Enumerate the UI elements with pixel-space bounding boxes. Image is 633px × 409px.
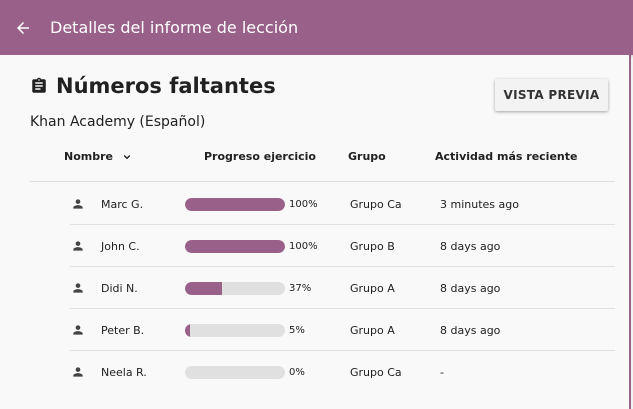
progress-bar	[185, 240, 285, 253]
learner-group: Grupo B	[350, 240, 395, 253]
lesson-title: Números faltantes	[56, 74, 276, 98]
column-header-name[interactable]: Nombre	[64, 150, 133, 163]
column-header-group: Grupo	[348, 150, 386, 163]
last-activity: -	[440, 366, 444, 379]
back-button[interactable]	[12, 17, 34, 39]
learner-group: Grupo A	[350, 282, 395, 295]
table-row[interactable]: John C. 100% Grupo B 8 days ago	[0, 225, 631, 267]
column-header-progress: Progreso ejercicio	[204, 150, 316, 163]
learner-group: Grupo A	[350, 324, 395, 337]
person-icon	[71, 280, 85, 299]
learner-name: Marc G.	[101, 198, 144, 211]
progress-percent: 5%	[289, 325, 305, 336]
table-row[interactable]: Neela R. 0% Grupo Ca -	[0, 351, 631, 393]
clipboard-icon	[32, 77, 46, 93]
person-icon	[71, 364, 85, 383]
chevron-down-icon	[121, 151, 133, 163]
last-activity: 8 days ago	[440, 282, 501, 295]
column-header-activity: Actividad más reciente	[435, 150, 578, 163]
learner-name: Didi N.	[101, 282, 138, 295]
preview-button[interactable]: VISTA PREVIA	[495, 79, 608, 111]
person-icon	[71, 322, 85, 341]
progress-percent: 100%	[289, 241, 318, 252]
progress-bar	[185, 198, 285, 211]
last-activity: 3 minutes ago	[440, 198, 519, 211]
progress-bar-fill	[185, 240, 285, 253]
page-title: Números faltantes	[30, 74, 276, 98]
learner-group: Grupo Ca	[350, 198, 402, 211]
table-row[interactable]: Peter B. 5% Grupo A 8 days ago	[0, 309, 631, 351]
progress-bar-fill	[185, 198, 285, 211]
arrow-left-icon	[17, 21, 29, 34]
table-header-divider	[30, 181, 615, 182]
learner-name: Peter B.	[101, 324, 145, 337]
table-row[interactable]: Didi N. 37% Grupo A 8 days ago	[0, 267, 631, 309]
progress-percent: 100%	[289, 199, 318, 210]
progress-bar-fill	[185, 324, 190, 337]
channel-name: Khan Academy (Español)	[30, 114, 206, 130]
column-header-name-label: Nombre	[64, 150, 113, 163]
last-activity: 8 days ago	[440, 324, 501, 337]
progress-bar	[185, 282, 285, 295]
progress-bar	[185, 366, 285, 379]
progress-percent: 0%	[289, 367, 305, 378]
learner-group: Grupo Ca	[350, 366, 402, 379]
app-bar-title: Detalles del informe de lección	[50, 18, 299, 37]
progress-bar-fill	[185, 282, 222, 295]
learner-name: John C.	[101, 240, 140, 253]
person-icon	[71, 238, 85, 257]
person-icon	[71, 196, 85, 215]
progress-percent: 37%	[289, 283, 312, 294]
learner-name: Neela R.	[101, 366, 147, 379]
report-card: Números faltantes Khan Academy (Español)…	[0, 55, 631, 409]
table-row[interactable]: Marc G. 100% Grupo Ca 3 minutes ago	[0, 183, 631, 225]
progress-bar	[185, 324, 285, 337]
app-bar: Detalles del informe de lección	[0, 0, 633, 55]
last-activity: 8 days ago	[440, 240, 501, 253]
